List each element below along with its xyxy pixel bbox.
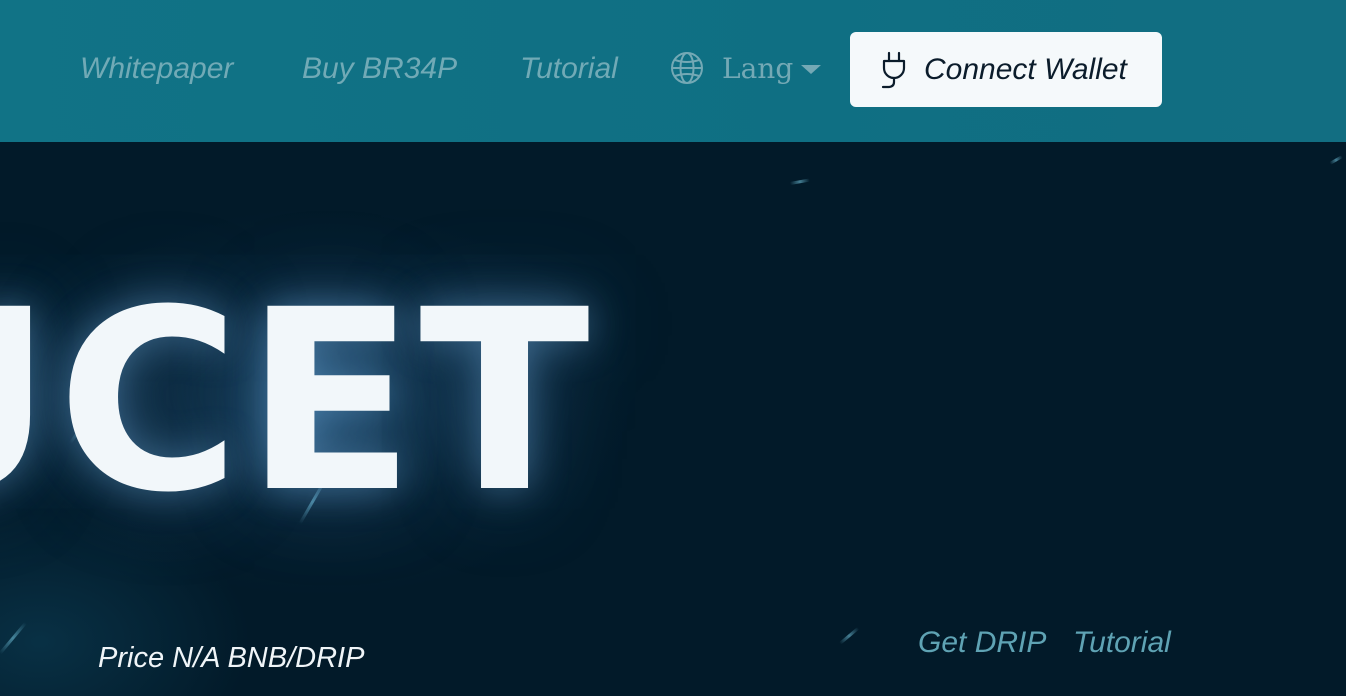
connect-wallet-label: Connect Wallet [924,52,1127,86]
connect-wallet-button[interactable]: Connect Wallet [850,32,1162,107]
hero-tutorial-link[interactable]: Tutorial [1073,626,1171,660]
light-streak [0,621,27,655]
light-streak [839,626,860,645]
get-drip-link[interactable]: Get DRIP [918,626,1046,660]
plug-icon [878,50,910,90]
nav-link-tutorial[interactable]: Tutorial [520,50,618,88]
globe-icon [670,51,704,85]
top-navbar: Whitepaper Buy BR34P Tutorial Lang Conne… [0,0,1346,142]
language-dropdown[interactable]: Lang [670,48,822,88]
app-page: Whitepaper Buy BR34P Tutorial Lang Conne… [0,0,1346,696]
price-readout: Price N/A BNB/DRIP [98,642,365,674]
light-streak [1329,155,1343,165]
nav-link-buy-br34p[interactable]: Buy BR34P [302,50,457,88]
nav-link-whitepaper[interactable]: Whitepaper [80,50,233,88]
language-label: Lang [722,51,794,85]
hero-title: UCET [0,256,594,547]
light-streak [789,178,810,185]
hero-section: UCET Price N/A BNB/DRIP Get DRIP Tutoria… [0,142,1346,696]
caret-down-icon [801,64,822,74]
